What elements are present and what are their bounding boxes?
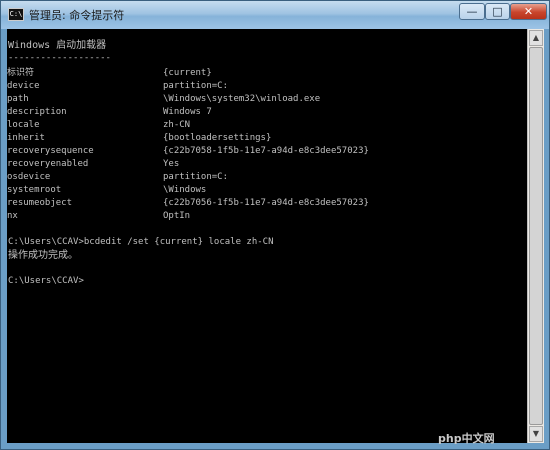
entry-row: 标识符 {current} [7, 67, 522, 80]
entry-row: locale zh-CN [7, 119, 522, 132]
entry-row: inherit {bootloadersettings} [7, 132, 522, 145]
title-bar[interactable]: C:\ 管理员: 命令提示符 — □ ✕ [1, 1, 549, 29]
entry-key: recoverysequence [7, 146, 94, 156]
entry-value: \Windows\system32\winload.exe [163, 94, 321, 104]
entry-row: resumeobject {c22b7056-1f5b-11e7-a94d-e8c… [7, 197, 522, 210]
entry-value: Windows 7 [163, 107, 212, 117]
entry-key: osdevice [7, 172, 51, 182]
command-prompt-window: C:\ 管理员: 命令提示符 — □ ✕ Windows 启动加载器 -----… [0, 0, 550, 450]
window-title: 管理员: 命令提示符 [29, 9, 125, 22]
entry-value: {c22b7058-1f5b-11e7-a94d-e8c3dee57023} [163, 146, 369, 156]
entry-value: partition=C: [163, 172, 229, 182]
scroll-down-arrow-icon[interactable]: ▼ [529, 426, 543, 442]
entry-value: partition=C: [163, 81, 229, 91]
entry-key: device [7, 81, 40, 91]
command-result: 操作成功完成。 [8, 250, 78, 261]
entry-row: recoveryenabled Yes [7, 158, 522, 171]
entry-key: path [7, 94, 29, 104]
scroll-up-arrow-icon[interactable]: ▲ [529, 30, 543, 46]
entry-row: systemroot \Windows [7, 184, 522, 197]
heading-separator: ------------------- [8, 53, 111, 63]
entry-row: device partition=C: [7, 80, 522, 93]
entry-key: recoveryenabled [7, 159, 89, 169]
entry-value: {current} [163, 68, 212, 78]
entry-value: \Windows [163, 185, 207, 195]
cmd-icon[interactable]: C:\ [8, 8, 24, 21]
entry-value: Yes [163, 159, 180, 169]
entry-key: 标识符 [7, 68, 35, 78]
console-output[interactable]: Windows 启动加载器 ------------------- 标识符 {cu… [7, 29, 527, 443]
entry-key: nx [7, 211, 18, 221]
watermark-logo: php中文网 [438, 432, 495, 445]
entry-value: OptIn [163, 211, 191, 221]
entry-value: {c22b7056-1f5b-11e7-a94d-e8c3dee57023} [163, 198, 369, 208]
console-heading: Windows 启动加载器 [8, 40, 107, 51]
scrollbar-thumb[interactable] [529, 47, 543, 425]
entry-key: resumeobject [7, 198, 73, 208]
entry-key: locale [7, 120, 40, 130]
entry-key: description [7, 107, 67, 117]
entry-row: nx OptIn [7, 210, 522, 223]
command-prompt[interactable]: C:\Users\CCAV> [8, 275, 84, 288]
entry-value: {bootloadersettings} [163, 133, 272, 143]
entry-row: description Windows 7 [7, 106, 522, 119]
command-line: C:\Users\CCAV>bcdedit /set {current} loc… [8, 237, 274, 247]
entry-value: zh-CN [163, 120, 191, 130]
entry-row: recoverysequence {c22b7058-1f5b-11e7-a94d… [7, 145, 522, 158]
vertical-scrollbar[interactable]: ▲ ▼ [527, 29, 544, 443]
entry-key: inherit [7, 133, 45, 143]
close-button[interactable]: ✕ [510, 3, 547, 20]
minimize-button[interactable]: — [459, 3, 485, 20]
entry-row: osdevice partition=C: [7, 171, 522, 184]
entry-row: path \Windows\system32\winload.exe [7, 93, 522, 106]
entry-key: systemroot [7, 185, 62, 195]
maximize-button[interactable]: □ [485, 3, 510, 20]
